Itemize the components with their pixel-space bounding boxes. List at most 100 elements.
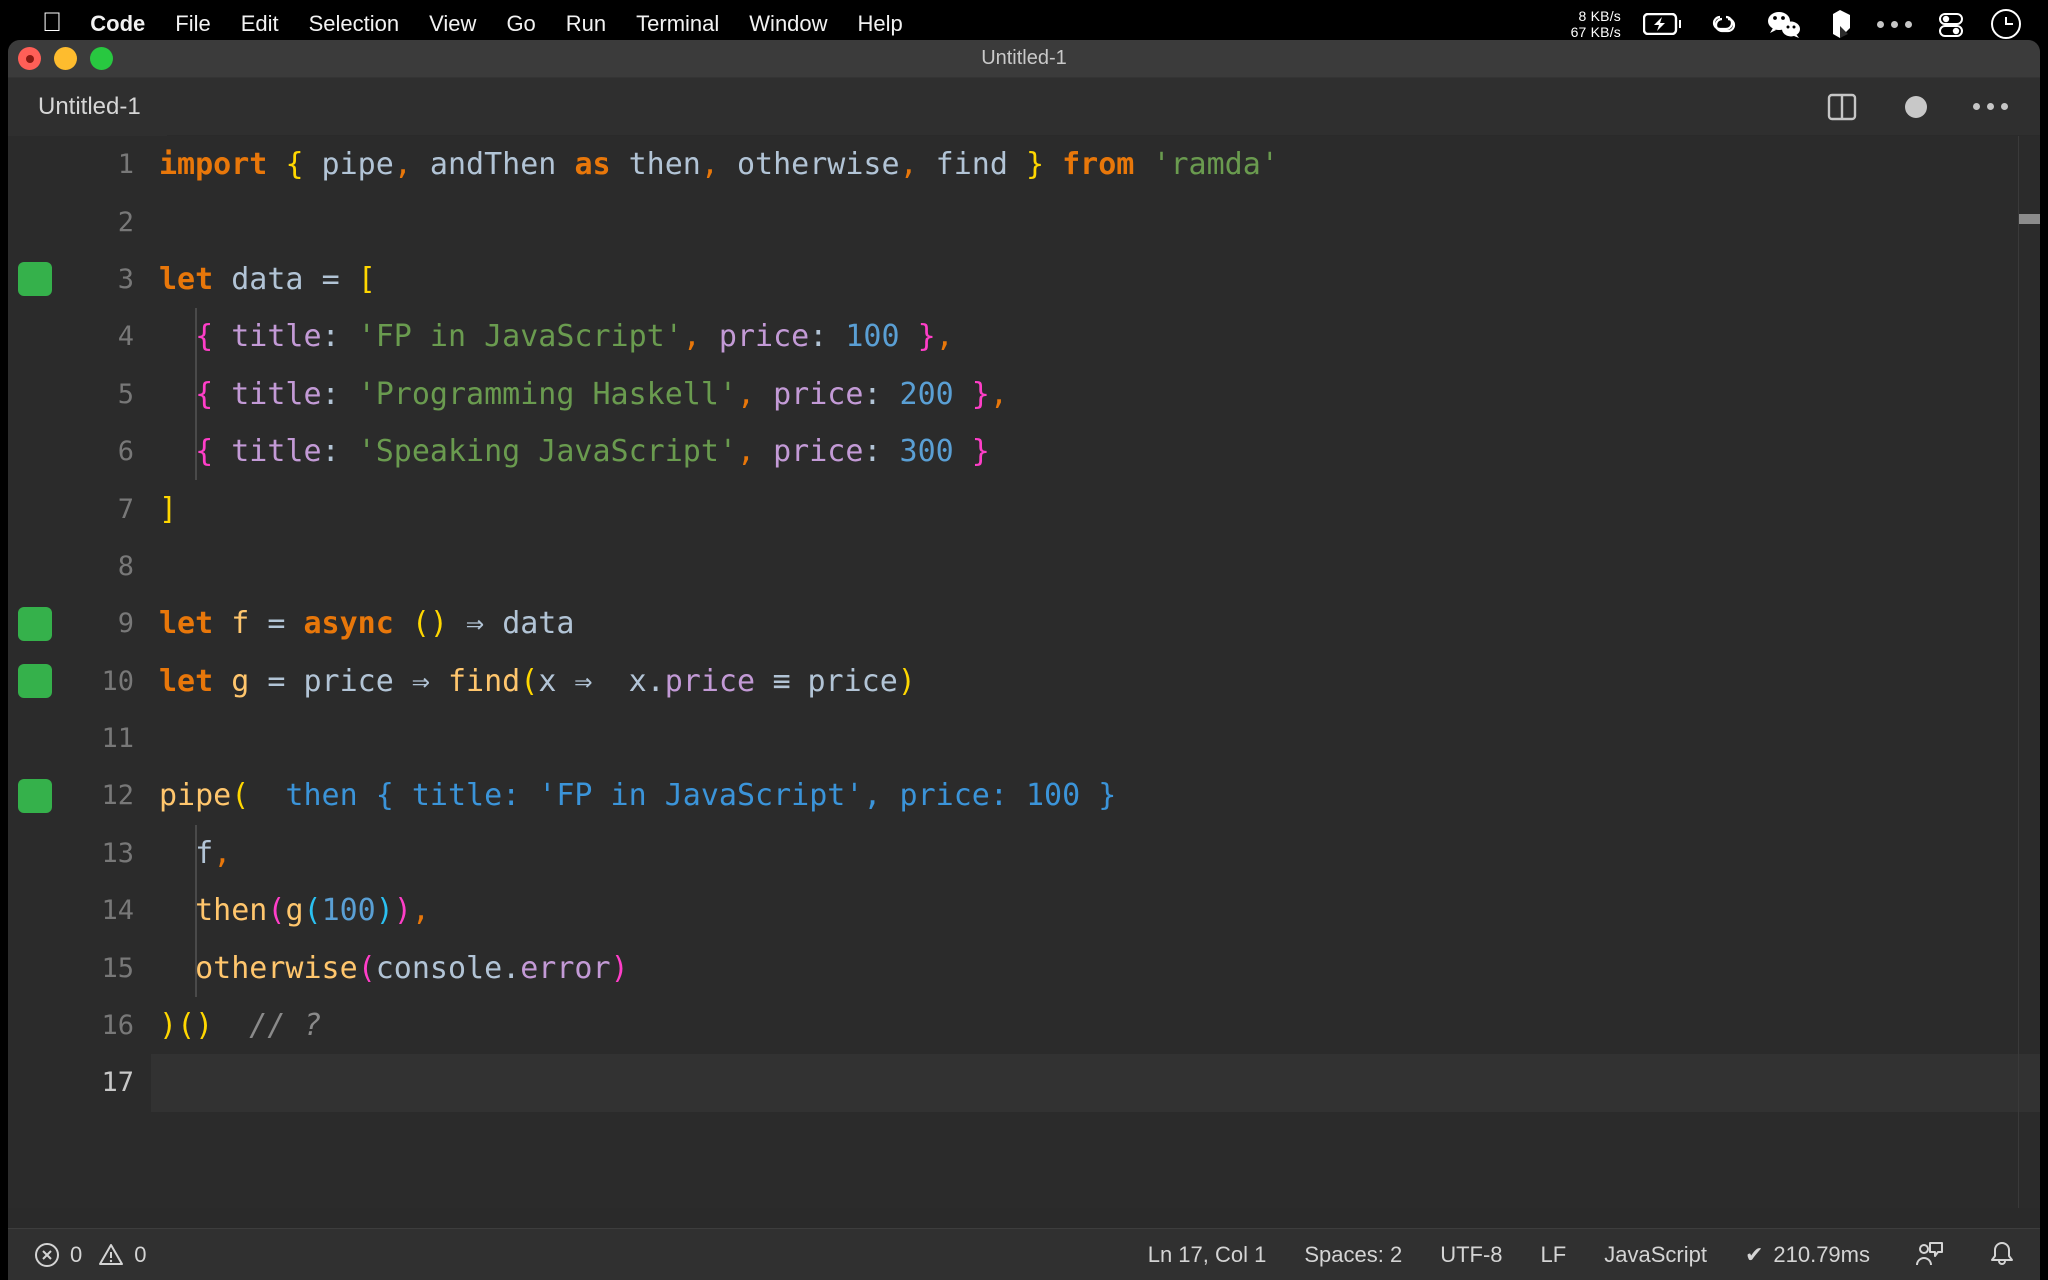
menu-item-terminal[interactable]: Terminal <box>636 11 719 37</box>
line-content[interactable]: otherwise(console. error) <box>151 939 2040 997</box>
code-line[interactable]: 14 then(g(100)), <box>8 882 2040 940</box>
scrollbar-thumb[interactable] <box>2019 214 2040 224</box>
line-content[interactable]: let g = price ⇒ find(x ⇒ x. price ≡ price… <box>151 653 2040 710</box>
indent-guide <box>195 422 197 481</box>
close-button[interactable] <box>18 47 41 70</box>
tok-paren-open: ( <box>520 663 539 699</box>
encoding-setting[interactable]: UTF-8 <box>1440 1242 1502 1268</box>
code-line[interactable]: 5 { title: 'Programming Haskell', price:… <box>8 365 2040 423</box>
tok-paren-close: ) <box>375 893 394 929</box>
tok-paren-open: ( <box>357 950 376 986</box>
tok-comma: , <box>682 319 701 355</box>
line-content[interactable]: { title: 'Programming Haskell', price: 2… <box>151 365 2040 423</box>
feedback-icon[interactable] <box>1914 1240 1944 1270</box>
eol-setting[interactable]: LF <box>1541 1242 1567 1268</box>
code-line[interactable]: 11 <box>8 710 2040 767</box>
line-number: 5 <box>117 378 134 410</box>
tok-pipe: pipe <box>303 147 394 183</box>
menu-item-code[interactable]: Code <box>90 11 145 37</box>
line-content[interactable] <box>151 1054 2040 1112</box>
tok-equals: = <box>321 261 340 297</box>
more-actions-icon[interactable] <box>1973 103 2008 110</box>
line-content[interactable]: pipe( then { title: 'FP in JavaScript', … <box>151 767 2040 824</box>
menu-item-go[interactable]: Go <box>506 11 535 37</box>
gutter: 6 <box>8 423 151 480</box>
code-editor[interactable]: 1 import { pipe, andThen as then, otherw… <box>8 136 2040 1208</box>
code-line[interactable]: 9 let f = async () ⇒ data <box>8 595 2040 652</box>
bell-icon[interactable] <box>1988 1240 2016 1270</box>
line-content[interactable]: f, <box>151 824 2040 883</box>
code-line[interactable]: 6 { title: 'Speaking JavaScript', price:… <box>8 422 2040 481</box>
line-content[interactable]: { title: 'FP in JavaScript', price: 100 … <box>151 308 2040 366</box>
menu-item-file[interactable]: File <box>175 11 210 37</box>
apple-logo-icon[interactable]:  <box>42 8 62 36</box>
language-mode[interactable]: JavaScript <box>1604 1242 1707 1268</box>
code-line[interactable]: 2 <box>8 193 2040 250</box>
line-content[interactable]: let f = async () ⇒ data <box>151 595 2040 652</box>
line-content[interactable]: ] <box>151 480 2040 537</box>
cursor-position[interactable]: Ln 17, Col 1 <box>1148 1242 1267 1268</box>
battery-charging-icon[interactable] <box>1643 13 1683 35</box>
indent-guide <box>195 308 197 366</box>
tok-paren-open: ( <box>231 778 250 814</box>
line-content[interactable]: { title: 'Speaking JavaScript', price: 3… <box>151 422 2040 481</box>
code-line-active[interactable]: 17 <box>8 1054 2040 1112</box>
code-line[interactable]: 15 otherwise(console. error) <box>8 939 2040 997</box>
line-content[interactable]: then(g(100)), <box>151 882 2040 940</box>
menu-item-selection[interactable]: Selection <box>309 11 400 37</box>
line-content[interactable]: )() // ? <box>151 997 2040 1054</box>
tok-g-call: g <box>285 893 304 929</box>
link-icon[interactable] <box>1707 11 1741 37</box>
code-line[interactable]: 3 let data = [ <box>8 251 2040 308</box>
tok-title-value: 'Programming Haskell' <box>339 376 737 412</box>
minimize-button[interactable] <box>54 47 77 70</box>
code-lines: 1 import { pipe, andThen as then, otherw… <box>8 136 2040 1112</box>
tok-fat-arrow: ⇒ <box>556 663 611 699</box>
unsaved-dot-icon[interactable] <box>1905 95 1927 118</box>
tok-colon: : <box>863 434 882 470</box>
tok-price-key: price <box>755 376 864 412</box>
indentation-setting[interactable]: Spaces: 2 <box>1304 1242 1402 1268</box>
menu-item-view[interactable]: View <box>429 11 476 37</box>
tok-paren-close: ) <box>897 663 916 699</box>
code-line[interactable]: 13 f, <box>8 824 2040 883</box>
gutter: 14 <box>8 882 151 939</box>
menu-item-help[interactable]: Help <box>858 11 903 37</box>
code-line[interactable]: 4 { title: 'FP in JavaScript', price: 10… <box>8 308 2040 366</box>
bartender-icon[interactable] <box>1827 9 1853 39</box>
status-bar-right: Ln 17, Col 1 Spaces: 2 UTF-8 LF JavaScri… <box>1110 1240 2016 1270</box>
code-line[interactable]: 12 pipe( then { title: 'FP in JavaScript… <box>8 767 2040 824</box>
screen:  Code File Edit Selection View Go Run T… <box>0 0 2048 1280</box>
control-center-icon[interactable] <box>1990 8 2022 40</box>
line-content[interactable] <box>151 538 2040 595</box>
code-line[interactable]: 8 <box>8 538 2040 595</box>
wechat-icon[interactable] <box>1765 10 1803 38</box>
editor-action-buttons <box>1779 90 2008 124</box>
code-line[interactable]: 16 )() // ? <box>8 997 2040 1054</box>
line-content[interactable]: import { pipe, andThen as then, otherwis… <box>151 136 2040 193</box>
line-content[interactable] <box>151 710 2040 767</box>
zoom-button[interactable] <box>90 47 113 70</box>
menu-item-edit[interactable]: Edit <box>241 11 279 37</box>
line-number: 2 <box>117 206 134 238</box>
code-line[interactable]: 1 import { pipe, andThen as then, otherw… <box>8 136 2040 193</box>
toggles-icon[interactable] <box>1936 9 1966 39</box>
quokka-runtime-status[interactable]: ✔ 210.79ms <box>1745 1242 1870 1268</box>
line-content[interactable]: let data = [ <box>151 251 2040 308</box>
traffic-lights <box>18 47 126 70</box>
code-line[interactable]: 10 let g = price ⇒ find(x ⇒ x. price ≡ pr… <box>8 653 2040 710</box>
editor-vertical-scrollbar[interactable] <box>2018 136 2040 1208</box>
tab-untitled-1[interactable]: Untitled-1 <box>8 77 167 136</box>
gutter: 12 <box>8 767 151 824</box>
code-line[interactable]: 7 ] <box>8 480 2040 537</box>
tok-paren-close: ) <box>610 950 629 986</box>
line-content[interactable] <box>151 193 2040 250</box>
gutter: 11 <box>8 710 151 767</box>
problems-status[interactable]: 0 0 <box>34 1242 147 1268</box>
menu-item-window[interactable]: Window <box>749 11 827 37</box>
tok-data: data <box>213 261 322 297</box>
ellipsis-icon[interactable] <box>1877 20 1912 28</box>
menu-item-run[interactable]: Run <box>566 11 606 37</box>
split-editor-icon[interactable] <box>1825 90 1859 124</box>
network-speed-indicator[interactable]: 8 KB/s 67 KB/s <box>1571 8 1621 40</box>
